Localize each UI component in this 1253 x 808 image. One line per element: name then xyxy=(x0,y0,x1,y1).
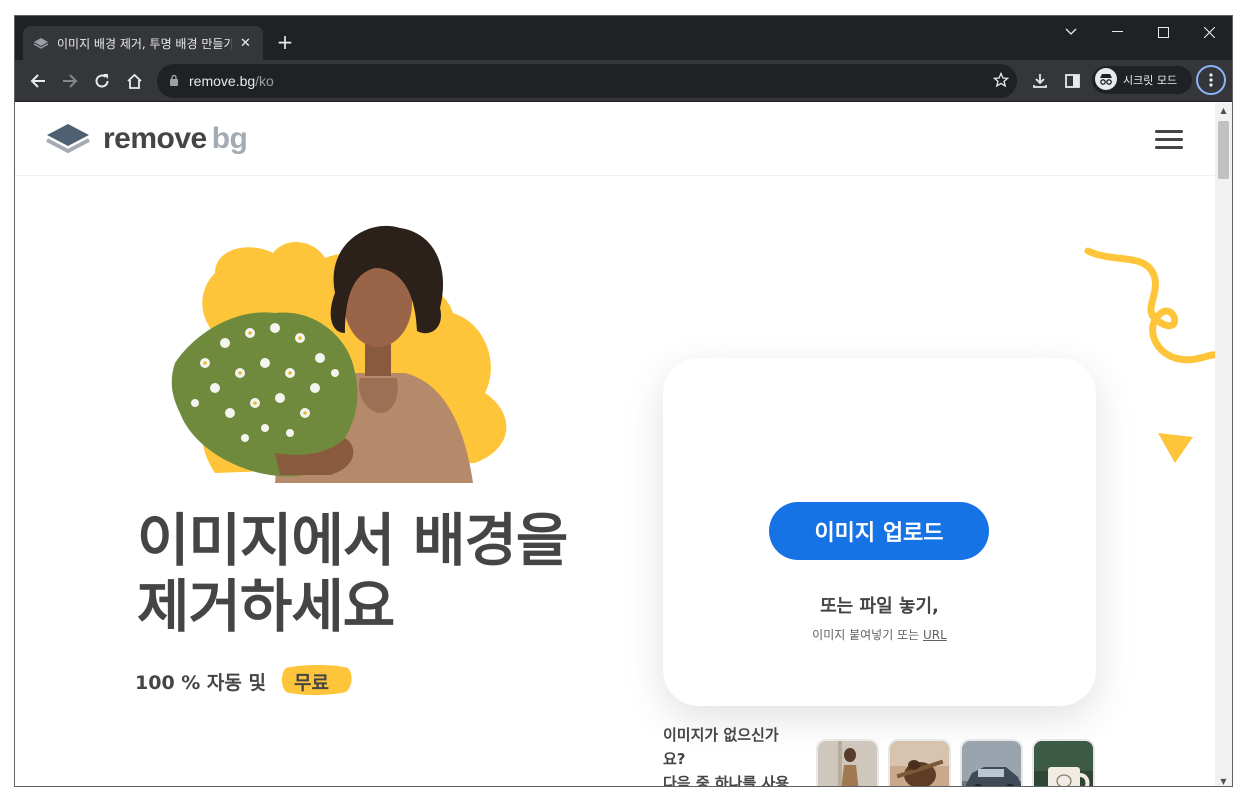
browser-tab[interactable]: 이미지 배경 제거, 투명 배경 만들기 ✕ xyxy=(23,26,263,60)
home-icon[interactable] xyxy=(119,66,149,96)
auto-text: 100 % 자동 및 xyxy=(135,672,266,694)
sample-car-thumbnail[interactable] xyxy=(960,739,1023,786)
free-badge-label: 무료 xyxy=(293,672,329,694)
removebg-favicon-icon xyxy=(33,35,49,51)
no-image-line-3: 다음 중 하나를 사용 xyxy=(663,774,790,787)
browser-menu-icon[interactable] xyxy=(1196,65,1226,95)
minimize-button[interactable] xyxy=(1094,16,1140,48)
drop-file-text: 또는 파일 놓기, xyxy=(820,596,939,617)
url-text: remove.bg/ko xyxy=(189,73,274,89)
back-arrow-icon[interactable] xyxy=(23,66,53,96)
upload-image-button[interactable]: 이미지 업로드 xyxy=(769,502,989,560)
reload-icon[interactable] xyxy=(87,66,117,96)
sample-woman-thumbnail[interactable] xyxy=(816,739,879,786)
incognito-icon xyxy=(1095,67,1117,93)
no-image-line-1: 이미지가 없으신가 xyxy=(663,726,779,744)
url-host: remove.bg xyxy=(189,73,256,89)
url-path: /ko xyxy=(255,73,274,89)
bookmark-star-icon[interactable] xyxy=(992,71,1010,92)
web-page: remove bg 이미지에서 배경을 제거하세요 100 % 자동 및 무료 … xyxy=(15,103,1216,787)
site-header: remove bg xyxy=(15,103,1216,176)
incognito-label: 시크릿 모드 xyxy=(1123,74,1178,87)
page-scrollbar[interactable]: ▲ ▼ xyxy=(1215,103,1232,786)
headline-line-1: 이미지에서 배경을 xyxy=(137,508,568,574)
no-image-prompt: 이미지가 없으신가 요? 다음 중 하나를 사용 xyxy=(663,723,813,787)
sample-images xyxy=(816,739,1095,786)
download-icon[interactable] xyxy=(1025,66,1055,96)
removebg-logo-icon xyxy=(46,124,90,154)
tab-close-icon[interactable]: ✕ xyxy=(240,36,251,51)
upload-card[interactable]: 이미지 업로드 또는 파일 놓기, 이미지 붙여넣기 또는 URL xyxy=(663,358,1096,706)
forward-arrow-icon[interactable] xyxy=(55,66,85,96)
paste-instructions: 이미지 붙여넣기 또는 URL xyxy=(663,626,1096,643)
tab-search-icon[interactable] xyxy=(1048,16,1094,48)
address-bar[interactable]: remove.bg/ko xyxy=(157,64,1017,98)
url-link[interactable]: URL xyxy=(923,628,947,642)
incognito-indicator[interactable]: 시크릿 모드 xyxy=(1092,66,1192,94)
side-panel-icon[interactable] xyxy=(1057,66,1087,96)
tab-strip: 이미지 배경 제거, 투명 배경 만들기 ✕ + xyxy=(15,16,1232,60)
scrollbar-thumb[interactable] xyxy=(1218,121,1229,179)
browser-window: 이미지 배경 제거, 투명 배경 만들기 ✕ + remove.bg/ko 시크… xyxy=(14,15,1233,787)
free-badge: 무료 xyxy=(280,665,352,698)
hero-headline: 이미지에서 배경을 제거하세요 xyxy=(137,508,657,640)
maximize-button[interactable] xyxy=(1140,16,1186,48)
hero-subline: 100 % 자동 및 무료 xyxy=(135,665,352,698)
logo-word-bg: bg xyxy=(211,122,248,155)
squiggle-decoration xyxy=(1084,247,1216,463)
hamburger-menu-icon[interactable] xyxy=(1155,130,1183,149)
lock-icon xyxy=(169,72,179,91)
removebg-logo[interactable]: remove bg xyxy=(45,122,248,156)
scroll-up-arrow-icon[interactable]: ▲ xyxy=(1215,103,1232,117)
new-tab-button[interactable]: + xyxy=(273,30,297,54)
browser-toolbar: remove.bg/ko 시크릿 모드 xyxy=(15,60,1232,102)
logo-text: remove bg xyxy=(103,122,248,156)
scroll-down-arrow-icon[interactable]: ▼ xyxy=(1215,774,1232,786)
headline-line-2: 제거하세요 xyxy=(137,574,395,640)
paste-text: 이미지 붙여넣기 또는 xyxy=(812,628,920,642)
sample-dog-thumbnail[interactable] xyxy=(888,739,951,786)
tab-title: 이미지 배경 제거, 투명 배경 만들기 xyxy=(57,36,232,51)
sample-mug-thumbnail[interactable] xyxy=(1032,739,1095,786)
hero-woman-with-flowers-image xyxy=(171,225,507,483)
close-window-button[interactable] xyxy=(1186,16,1232,48)
logo-word-remove: remove xyxy=(103,122,207,155)
no-image-line-2: 요? xyxy=(663,750,686,768)
